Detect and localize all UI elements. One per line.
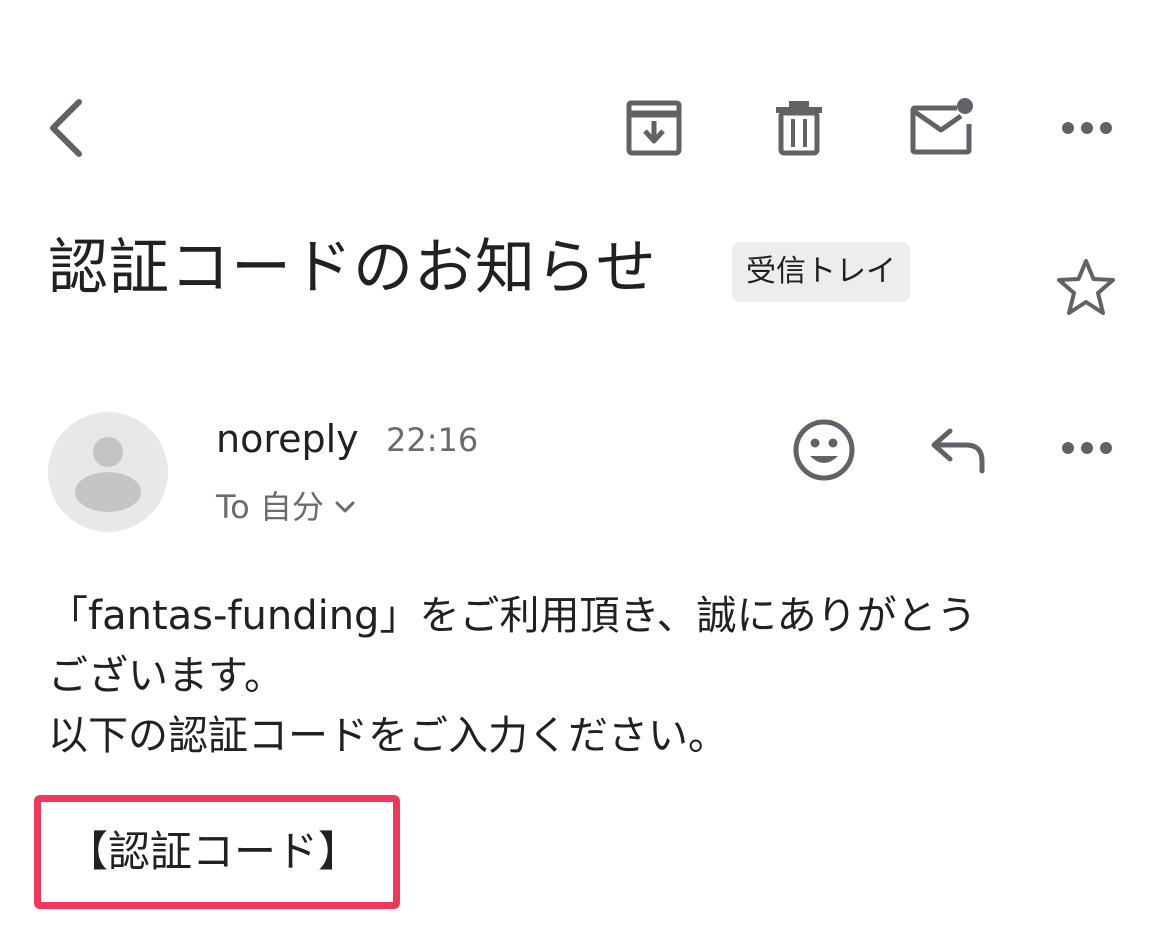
mail-unread-icon	[910, 98, 973, 155]
chevron-down-icon	[334, 500, 356, 514]
sender-avatar[interactable]	[48, 412, 168, 532]
person-icon	[75, 437, 141, 512]
chevron-left-icon	[50, 99, 82, 157]
archive-button[interactable]	[612, 88, 696, 168]
archive-icon	[626, 100, 682, 156]
inbox-label-chip[interactable]: 受信トレイ	[732, 242, 910, 302]
email-subject: 認証コードのお知らせ	[48, 233, 657, 303]
reply-button[interactable]	[920, 414, 996, 486]
add-reaction-button[interactable]	[786, 412, 862, 488]
more-horizontal-icon	[1062, 122, 1112, 134]
back-button[interactable]	[30, 88, 100, 168]
body-line: ございます。	[48, 653, 284, 699]
email-timestamp: 22:16	[386, 421, 479, 459]
sender-name[interactable]: noreply	[216, 414, 359, 464]
smiley-icon	[793, 419, 855, 481]
mark-unread-button[interactable]	[900, 86, 984, 166]
recipient-text: To 自分	[216, 488, 324, 526]
star-button[interactable]	[1048, 252, 1124, 322]
email-body: 「fantas-funding」をご利用頂き、誠にありがとう ございます。 以下…	[48, 586, 1138, 766]
body-line: 「fantas-funding」をご利用頂き、誠にありがとう	[48, 593, 977, 639]
reply-icon	[931, 428, 985, 474]
body-line: 以下の認証コードをご入力ください。	[48, 713, 728, 759]
more-options-button[interactable]	[1045, 88, 1129, 168]
message-more-options-button[interactable]	[1045, 412, 1129, 484]
trash-icon	[776, 101, 822, 156]
recipient-details-toggle[interactable]: To 自分	[216, 484, 356, 530]
star-icon	[1057, 259, 1115, 315]
more-horizontal-icon	[1062, 442, 1112, 454]
verification-code-label: 【認証コード】	[66, 827, 361, 876]
delete-button[interactable]	[757, 88, 841, 168]
